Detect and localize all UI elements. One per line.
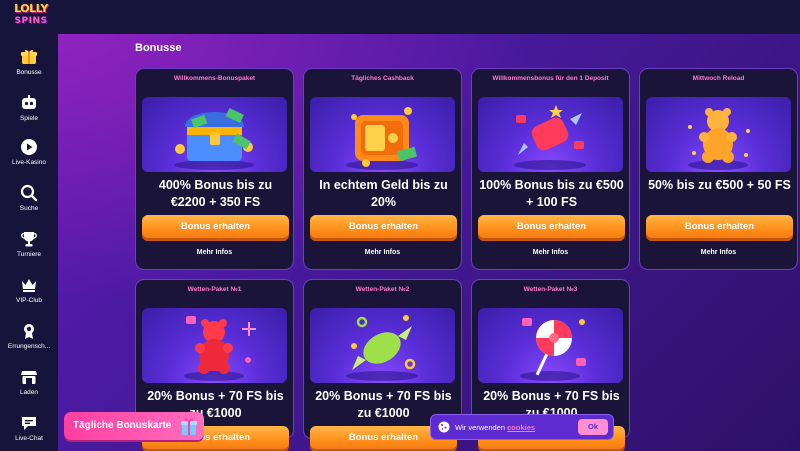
card-title: Wetten-Paket №2 — [355, 286, 410, 293]
sidebar-item-errungenschaften[interactable]: Errungensch... — [0, 322, 58, 366]
gift-icon — [21, 49, 37, 64]
sidebar-item-suche[interactable]: Suche — [0, 184, 58, 228]
page-title: Bonusse — [135, 42, 182, 54]
card-title: Tägliches Cashback — [351, 75, 414, 82]
bonus-card: Willkommens-Bonuspaket 400% Bonus bis zu… — [135, 68, 294, 270]
card-title: Willkommens-Bonuspaket — [173, 75, 256, 82]
logo-line-1: LOLLY — [14, 2, 48, 15]
sidebar-item-bonusse[interactable]: Bonusse — [0, 48, 58, 92]
sidebar-item-label: Spiele — [19, 115, 39, 122]
card-title: Willkommensbonus für den 1 Deposit — [492, 75, 609, 82]
cookie-consent-bar: Wir verwenden cookies Ok — [430, 414, 614, 440]
play-icon — [21, 139, 37, 155]
red-gummy-bear-illustration — [142, 308, 287, 383]
search-icon — [20, 184, 38, 202]
get-bonus-button[interactable]: Bonus erhalten — [142, 215, 289, 241]
sidebar: Bonusse Spiele Live-Kasino Suche Turnier… — [0, 34, 58, 451]
lollipop-illustration — [478, 308, 623, 383]
daily-bonus-card-label: Tägliche Bonuskarte — [73, 420, 172, 431]
cookie-icon — [438, 421, 450, 433]
bonus-card: Mittwoch Reload 50% bis zu €500 + 50 FS … — [639, 68, 798, 270]
trophy-icon — [21, 232, 37, 247]
get-bonus-button[interactable]: Bonus erhalten — [646, 215, 793, 241]
card-title: Wetten-Paket №1 — [187, 286, 242, 293]
gift-icon — [181, 418, 197, 435]
sidebar-item-label: Laden — [19, 389, 39, 396]
crown-icon — [22, 279, 36, 292]
logo-line-2: SPINS — [14, 16, 48, 26]
more-info-link[interactable]: Mehr Infos — [472, 249, 629, 256]
more-info-link[interactable]: Mehr Infos — [640, 249, 797, 256]
sidebar-item-label: Bonusse — [16, 69, 42, 76]
lollyspins-logo[interactable]: LOLLY SPINS — [12, 3, 50, 31]
gamepad-icon — [22, 95, 36, 109]
sidebar-item-live-chat[interactable]: Live-Chat — [0, 414, 58, 451]
bonus-card: Willkommensbonus für den 1 Deposit 100% … — [471, 68, 630, 270]
card-headline: 400% Bonus bis zu €2200 + 350 FS — [158, 178, 273, 209]
sidebar-item-laden[interactable]: Laden — [0, 368, 58, 412]
sidebar-item-label: Live-Chat — [15, 435, 43, 442]
chat-icon — [22, 417, 36, 430]
gummy-bear-illustration — [646, 97, 791, 172]
card-headline: 50% bis zu €500 + 50 FS — [648, 178, 791, 192]
wrapped-candy-illustration — [310, 308, 455, 383]
sidebar-item-live-kasino[interactable]: Live-Kasino — [0, 138, 58, 182]
sidebar-item-label: Turniere — [17, 251, 41, 258]
card-headline: 100% Bonus bis zu €500 + 100 FS — [479, 178, 624, 209]
more-info-link[interactable]: Mehr Infos — [136, 249, 293, 256]
top-bar: LOLLY SPINS — [0, 0, 800, 34]
get-bonus-button[interactable]: Bonus erhalten — [478, 215, 625, 241]
card-title: Mittwoch Reload — [692, 75, 745, 82]
card-title: Wetten-Paket №3 — [523, 286, 578, 293]
cookies-link[interactable]: cookies — [507, 423, 535, 432]
sidebar-item-label: Live-Kasino — [12, 159, 46, 166]
medal-icon — [24, 324, 34, 339]
candy-illustration — [478, 97, 623, 172]
sidebar-item-label: Suche — [19, 205, 39, 212]
safe-illustration — [310, 97, 455, 172]
sidebar-item-turniere[interactable]: Turniere — [0, 230, 58, 274]
sidebar-item-label: VIP-Club — [15, 297, 42, 304]
sidebar-item-spiele[interactable]: Spiele — [0, 94, 58, 138]
cookie-message-text: Wir verwenden — [455, 423, 508, 432]
main-content: Bonusse Willkommens-Bonuspaket 400% Bonu… — [58, 34, 800, 451]
get-bonus-button[interactable]: Bonus erhalten — [310, 215, 457, 241]
treasure-chest-illustration — [142, 97, 287, 172]
card-headline: In echtem Geld bis zu 20% — [319, 178, 448, 209]
daily-bonus-card-button[interactable]: Tägliche Bonuskarte — [64, 412, 204, 440]
bonus-card: Tägliches Cashback In echtem Geld bis zu… — [303, 68, 462, 270]
sidebar-item-label: Errungensch... — [7, 343, 51, 350]
cookie-message: Wir verwenden cookies — [455, 423, 535, 432]
cookie-ok-button[interactable]: Ok — [578, 419, 608, 435]
shop-icon — [21, 371, 37, 384]
sidebar-item-vip-club[interactable]: VIP-Club — [0, 276, 58, 320]
more-info-link[interactable]: Mehr Infos — [304, 249, 461, 256]
